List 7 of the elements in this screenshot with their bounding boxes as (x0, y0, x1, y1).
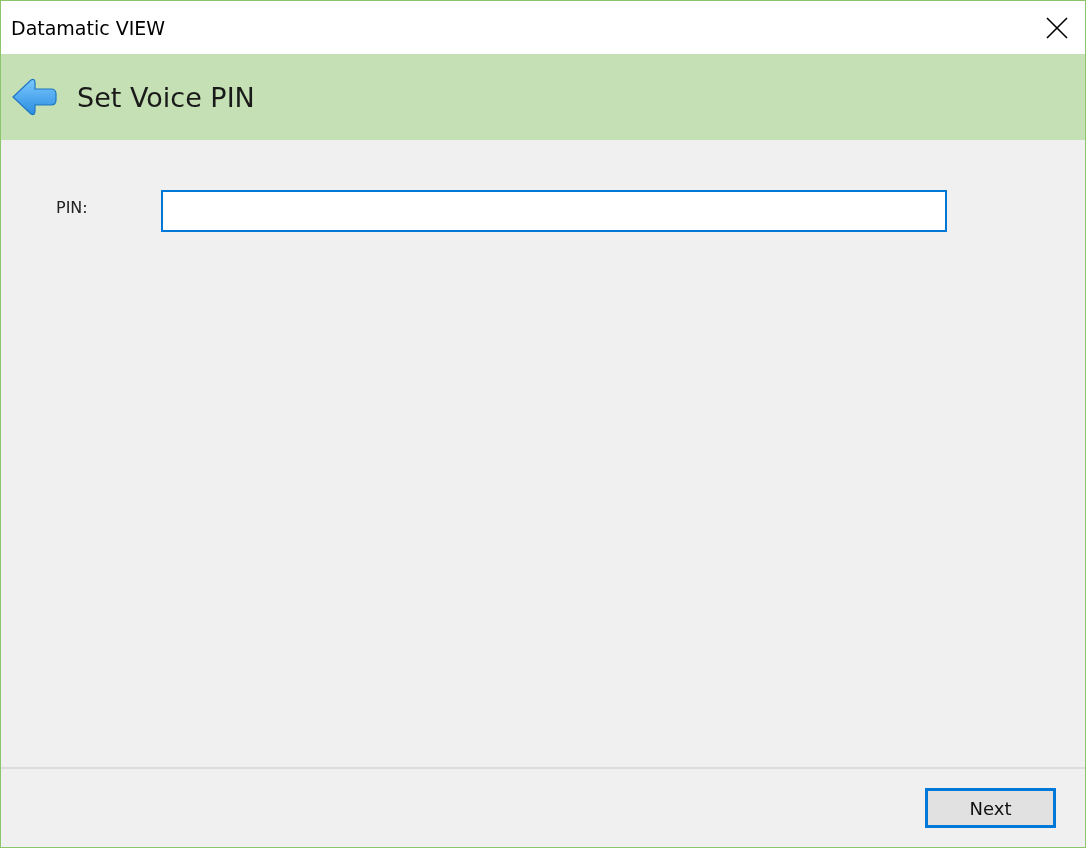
pin-input-field[interactable] (161, 190, 947, 232)
next-button[interactable]: Next (925, 788, 1056, 828)
pin-label: PIN: (56, 197, 89, 217)
close-icon (1046, 16, 1068, 39)
window-title: Datamatic VIEW (11, 16, 166, 39)
page-title: Set Voice PIN (77, 81, 255, 113)
back-arrow-icon[interactable] (11, 78, 57, 116)
